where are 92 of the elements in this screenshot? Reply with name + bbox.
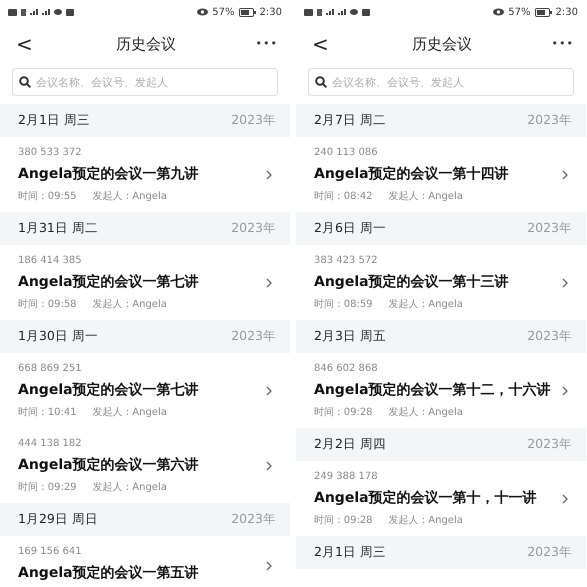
meeting-number: 249 388 178 [314,470,379,484]
search-icon [315,76,327,88]
meeting-time: 时间 : 09:55 [18,190,77,204]
battery-icon [534,8,552,16]
meeting-number: 383 423 572 [314,254,379,268]
signal-icon [30,9,38,15]
meeting-title: Angela预定的会议一第七讲 [18,380,199,400]
meeting-title: Angela预定的会议一第十，十一讲 [314,488,537,508]
year-label: 2023年 [527,543,572,562]
year-label: 2023年 [231,219,276,238]
chevron-right-icon [562,278,568,288]
year-label: 2023年 [527,111,572,130]
chevron-right-icon [266,460,272,470]
meeting-item[interactable]: 186 414 385 Angela预定的会议一第七讲 时间 : 09:58 发起人 : Angela [0,245,290,320]
signal-icon [42,9,50,15]
chevron-right-icon [562,386,568,396]
meeting-host: 发起人 : Angela [92,190,167,204]
chevron-right-icon [266,170,272,180]
meeting-item[interactable]: 846 602 868 Angela预定的会议一第十二，十六讲 时间 : 09:28 发起人 : Angela [296,353,586,428]
search-field[interactable]: 会议名称、会议号、发起人 [308,68,574,96]
back-button[interactable]: < [12,34,37,54]
meeting-number: 668 869 251 [18,362,83,376]
meeting-host: 发起人 : Angela [388,298,463,312]
chevron-right-icon [266,561,272,571]
page-title: 历史会议 [116,34,176,55]
meeting-host: 发起人 : Angela [92,480,167,495]
year-label: 2023年 [527,327,572,346]
meeting-time: 时间 : 09:28 [314,514,373,528]
date-label: 2月2日 周四 [314,435,386,454]
search-field[interactable]: 会议名称、会议号、发起人 [12,68,278,96]
clock: 2:30 [556,6,578,20]
year-label: 2023年 [231,327,276,346]
meeting-host: 发起人 : Angela [388,406,463,420]
battery-percentage: 57% [212,6,235,20]
meeting-number: 846 602 868 [314,362,379,376]
date-label: 2月1日 周三 [314,543,386,562]
signal-icon [338,9,346,15]
date-label: 1月29日 周日 [18,510,98,528]
meeting-title: Angela预定的会议一第十三讲 [314,272,509,292]
meeting-item[interactable]: 240 113 086 Angela预定的会议一第十四讲 时间 : 08:42 发起人 : Angela [296,137,586,212]
meeting-title: Angela预定的会议一第七讲 [18,272,199,292]
more-button[interactable]: ••• [552,36,574,52]
meeting-time: 时间 : 08:42 [314,190,373,204]
meeting-item[interactable]: 444 138 182 Angela预定的会议一第六讲 时间 : 09:29 发起人 : Angela [0,428,290,503]
meeting-host: 发起人 : Angela [92,406,167,420]
date-label: 2月1日 周三 [18,111,90,130]
meeting-title: Angela预定的会议一第十四讲 [314,164,509,184]
year-label: 2023年 [527,435,572,454]
battery-percentage: 57% [508,6,531,20]
meeting-time: 时间 : 09:28 [314,406,373,420]
date-label: 2月3日 周五 [314,327,386,346]
meeting-time: 时间 : 10:41 [18,406,77,420]
year-label: 2023年 [231,111,276,130]
date-label: 2月7日 周二 [314,111,386,130]
meeting-item[interactable]: 383 423 572 Angela预定的会议一第十三讲 时间 : 08:59 发起人 : Angela [296,245,586,320]
meeting-title: Angela预定的会议一第六讲 [18,456,199,475]
chevron-right-icon [266,278,272,288]
chevron-right-icon [266,386,272,396]
meeting-number: 169 156 641 [18,545,83,559]
search-icon [19,76,31,88]
date-label: 1月30日 周一 [18,327,98,346]
meeting-number: 240 113 086 [314,146,379,160]
meeting-number: 444 138 182 [18,437,83,451]
battery-icon [238,8,256,16]
meeting-title: Angela预定的会议一第十二，十六讲 [314,380,551,400]
more-button[interactable]: ••• [256,36,278,52]
back-button[interactable]: < [308,34,333,54]
meeting-time: 时间 : 09:29 [18,480,77,495]
meeting-title: Angela预定的会议一第九讲 [18,164,199,184]
eye-icon [197,8,208,16]
meeting-host: 发起人 : Angela [388,190,463,204]
meeting-item[interactable]: 169 156 641 Angela预定的会议一第五讲 [0,536,290,587]
date-label: 1月31日 周二 [18,219,98,238]
year-label: 2023年 [231,510,276,528]
meeting-item[interactable]: 380 533 372 Angela预定的会议一第九讲 时间 : 09:55 发起人 : Angela [0,137,290,212]
meeting-time: 时间 : 08:59 [314,298,373,312]
signal-icon [326,9,334,15]
meeting-host: 发起人 : Angela [388,514,463,528]
meeting-number: 380 533 372 [18,146,83,160]
meeting-item[interactable]: 249 388 178 Angela预定的会议一第十，十一讲 时间 : 09:28 发起人 : Angela [296,461,586,536]
chevron-right-icon [562,170,568,180]
meeting-title: Angela预定的会议一第五讲 [18,564,199,583]
page-title: 历史会议 [412,34,472,55]
year-label: 2023年 [527,219,572,238]
meeting-time: 时间 : 09:58 [18,298,77,312]
eye-icon [493,8,504,16]
meeting-item[interactable]: 668 869 251 Angela预定的会议一第七讲 时间 : 10:41 发起人 : Angela [0,353,290,428]
meeting-number: 186 414 385 [18,254,83,268]
date-label: 2月6日 周一 [314,219,386,238]
chevron-right-icon [562,494,568,504]
clock: 2:30 [260,6,282,20]
meeting-host: 发起人 : Angela [92,298,167,312]
